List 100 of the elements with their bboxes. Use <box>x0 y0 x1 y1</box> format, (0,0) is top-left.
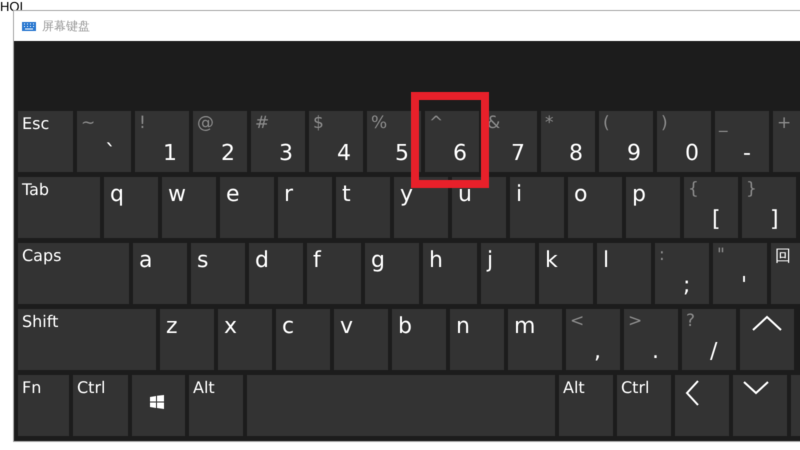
key-symbol: - <box>743 142 751 166</box>
key[interactable]: Ctrl <box>73 375 128 436</box>
key[interactable]: l <box>597 243 651 304</box>
key[interactable]: h <box>423 243 477 304</box>
key[interactable]: d <box>249 243 303 304</box>
key[interactable]: u <box>452 177 506 238</box>
key[interactable]: v <box>334 309 388 370</box>
key[interactable]: Fn <box>18 375 69 436</box>
key-symbol: ' <box>741 274 748 298</box>
keyboard-icon <box>22 22 36 30</box>
key[interactable]: 回 <box>771 243 800 304</box>
shift-symbol: > <box>628 312 642 331</box>
key[interactable]: : ; <box>655 243 709 304</box>
key-symbol: 6 <box>453 142 467 166</box>
key[interactable]: $ 4 <box>309 111 363 172</box>
shift-symbol: + <box>777 114 792 133</box>
key-symbol: 3 <box>279 142 293 166</box>
key[interactable]: g <box>365 243 419 304</box>
key[interactable]: } ] <box>742 177 796 238</box>
key[interactable]: Alt <box>559 375 613 436</box>
key[interactable]: f <box>307 243 361 304</box>
key[interactable]: _ - <box>715 111 769 172</box>
key[interactable]: e <box>220 177 274 238</box>
shift-symbol: ! <box>139 114 146 133</box>
key[interactable]: * 8 <box>541 111 595 172</box>
key-symbol: 7 <box>511 142 525 166</box>
key[interactable] <box>740 309 794 370</box>
key[interactable] <box>132 375 185 436</box>
key[interactable]: o <box>568 177 622 238</box>
key[interactable]: t <box>336 177 390 238</box>
key-symbol: / <box>710 340 718 364</box>
key[interactable]: ) 0 <box>657 111 711 172</box>
key-symbol: ` <box>105 142 116 166</box>
key[interactable]: y <box>394 177 448 238</box>
key-symbol: 9 <box>627 142 641 166</box>
key[interactable]: j <box>481 243 535 304</box>
key[interactable]: a <box>133 243 187 304</box>
key[interactable]: z <box>160 309 214 370</box>
chevron-down-icon <box>743 381 769 395</box>
chevron-up-icon <box>752 315 782 331</box>
key[interactable]: @ 2 <box>193 111 247 172</box>
shift-symbol: $ <box>313 114 324 133</box>
windows-logo-icon <box>150 395 164 409</box>
shift-symbol: " <box>717 246 725 265</box>
key-symbol: . <box>652 340 659 364</box>
key[interactable]: s <box>191 243 245 304</box>
key[interactable]: Tab <box>18 177 100 238</box>
chevron-left-icon <box>685 380 699 406</box>
key[interactable]: > . <box>624 309 678 370</box>
shift-symbol: * <box>545 114 554 133</box>
key[interactable]: b <box>392 309 446 370</box>
key[interactable]: Shift <box>18 309 156 370</box>
key-symbol: 4 <box>337 142 351 166</box>
key[interactable]: Alt <box>189 375 243 436</box>
key[interactable]: ? / <box>682 309 736 370</box>
key[interactable]: c <box>276 309 330 370</box>
shift-symbol: # <box>255 114 270 133</box>
shift-symbol: ^ <box>429 114 444 133</box>
key[interactable]: m <box>508 309 562 370</box>
key[interactable]: # 3 <box>251 111 305 172</box>
shift-symbol: _ <box>719 114 728 133</box>
key-symbol: 1 <box>163 142 177 166</box>
window-title: 屏幕键盘 <box>42 18 90 34</box>
shift-symbol: { <box>688 180 699 199</box>
shift-symbol: % <box>371 114 388 133</box>
key[interactable]: ! 1 <box>135 111 189 172</box>
key[interactable]: x <box>218 309 272 370</box>
key-symbol: 8 <box>569 142 583 166</box>
shift-symbol: ? <box>686 312 696 331</box>
key-symbol: 0 <box>685 142 699 166</box>
key-symbol: ; <box>683 274 690 298</box>
key[interactable]: < , <box>566 309 620 370</box>
key[interactable]: Caps <box>18 243 129 304</box>
key-symbol: , <box>594 340 601 364</box>
shift-symbol: ~ <box>81 114 96 133</box>
key-symbol: ] <box>770 208 779 232</box>
key-symbol: 5 <box>395 142 409 166</box>
key[interactable]: " ' <box>713 243 767 304</box>
shift-symbol: } <box>746 180 757 199</box>
key[interactable]: ( 9 <box>599 111 653 172</box>
key[interactable]: p <box>626 177 680 238</box>
key[interactable]: w <box>162 177 216 238</box>
key[interactable]: Ctrl <box>617 375 671 436</box>
shift-symbol: < <box>570 312 584 331</box>
shift-symbol: : <box>659 246 665 265</box>
shift-symbol: ) <box>661 114 668 133</box>
key-symbol: 2 <box>221 142 235 166</box>
shift-symbol: ( <box>603 114 610 133</box>
key[interactable]: q <box>104 177 158 238</box>
key[interactable]: n <box>450 309 504 370</box>
key[interactable]: { [ <box>684 177 738 238</box>
key[interactable]: r <box>278 177 332 238</box>
key[interactable]: ^ 6 <box>425 111 479 172</box>
key[interactable]: + <box>773 111 800 172</box>
key[interactable]: Esc <box>18 111 73 172</box>
key-symbol: [ <box>712 208 721 232</box>
key[interactable]: ~ ` <box>77 111 131 172</box>
key[interactable]: k <box>539 243 593 304</box>
shift-symbol: @ <box>197 114 214 133</box>
key[interactable]: i <box>510 177 564 238</box>
